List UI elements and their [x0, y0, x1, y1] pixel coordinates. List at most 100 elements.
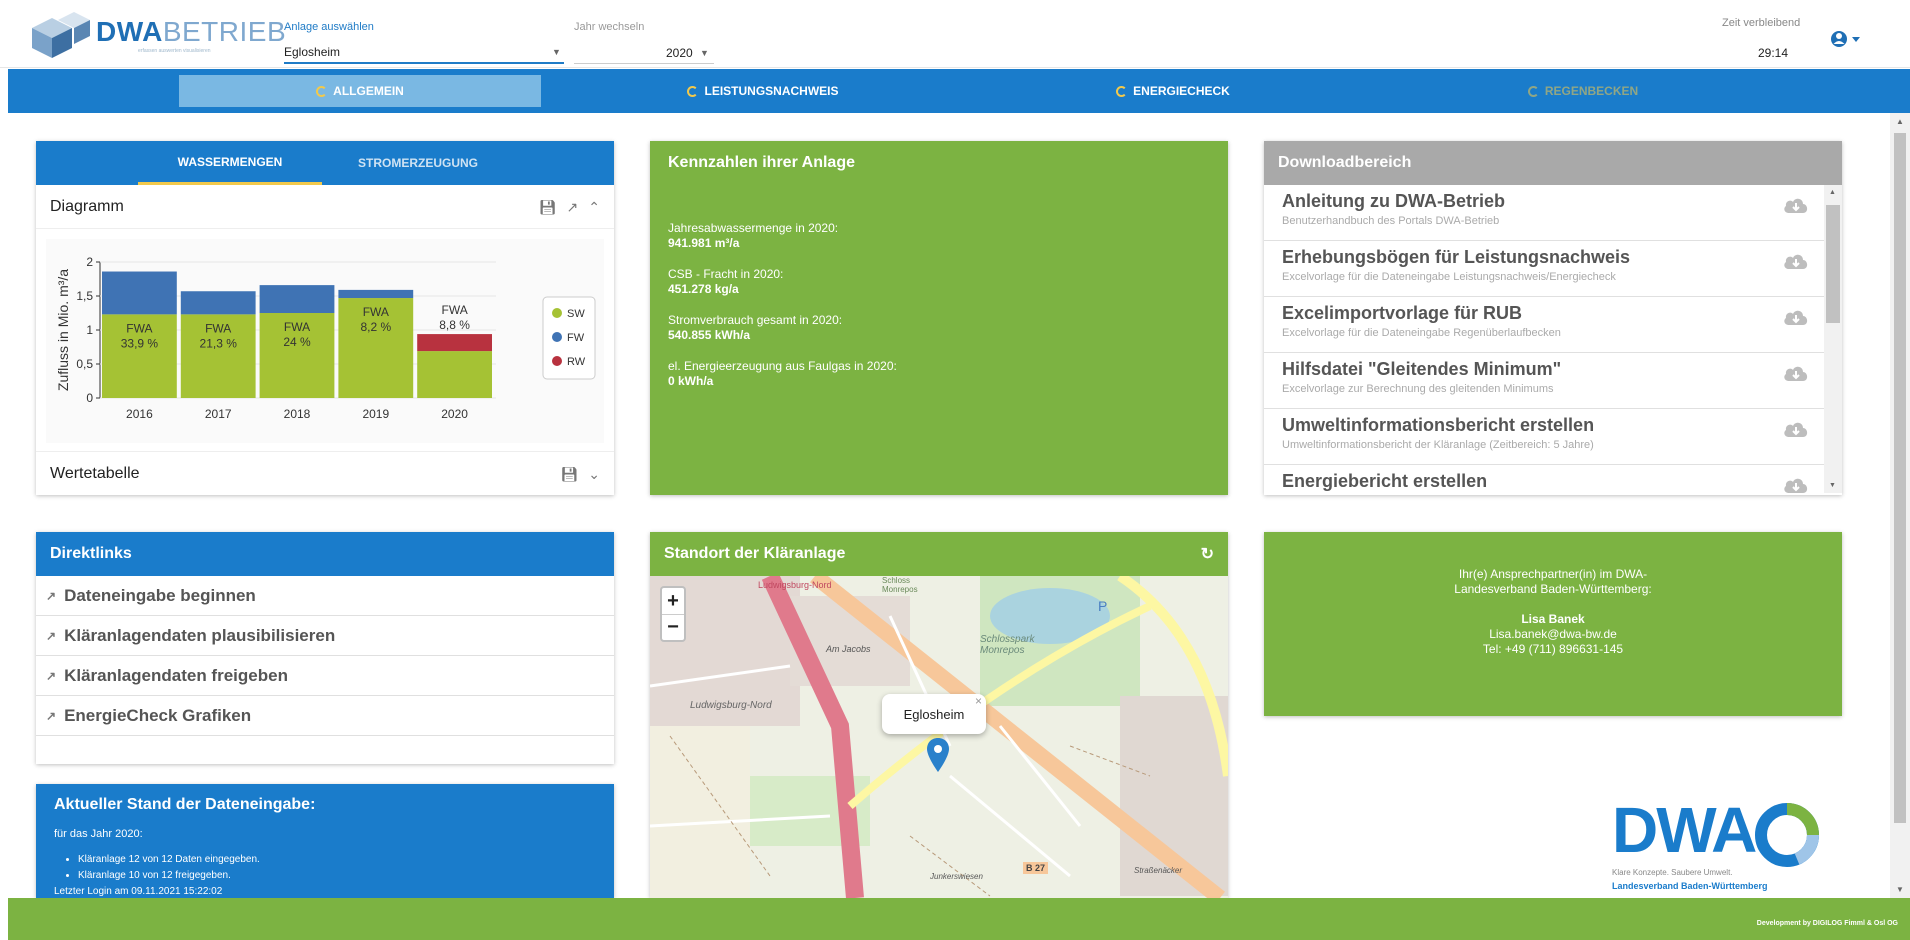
download-item[interactable]: Erhebungsbögen für Leistungsnachweis Exce…: [1264, 241, 1824, 297]
cloud-download-icon[interactable]: [1782, 419, 1810, 439]
standort-header: Standort der Kläranlage ↻: [650, 532, 1228, 576]
x-tick-label: 2018: [284, 407, 311, 421]
kontakt-name: Lisa Banek: [1521, 612, 1585, 626]
y-tick-label: 0,5: [76, 357, 93, 371]
direktlink-item[interactable]: ↗ Dateneingabe beginnen: [36, 576, 614, 616]
fwa-annotation: 24 %: [283, 335, 311, 349]
popup-close-icon[interactable]: ×: [975, 694, 982, 708]
anlage-label: Anlage auswählen: [284, 21, 374, 33]
kennzahl-label: CSB - Fracht in 2020:: [668, 267, 784, 281]
bar-segment-fw: [102, 271, 177, 315]
save-icon[interactable]: 💾︎: [539, 199, 557, 216]
legend-label: FW: [567, 332, 585, 344]
stand-title: Aktueller Stand der Dateneingabe:: [54, 796, 316, 813]
bar-segment-sw: [417, 351, 492, 398]
tab-wassermengen[interactable]: WASSERMENGEN: [138, 141, 322, 185]
chevron-down-icon[interactable]: ⌄: [588, 466, 600, 483]
user-menu-button[interactable]: [1830, 28, 1864, 50]
download-scrollbar[interactable]: ▲ ▼: [1824, 185, 1842, 493]
bar-segment-fw: [259, 285, 335, 313]
tab-wassermengen-label: WASSERMENGEN: [177, 154, 283, 169]
save-icon[interactable]: 💾︎: [560, 466, 578, 483]
collapse-icon[interactable]: ⌃: [588, 199, 600, 216]
map-tiles: [650, 576, 1228, 898]
download-scroll-thumb[interactable]: [1826, 205, 1840, 323]
energiecheck-icon: [1116, 85, 1128, 97]
kontakt-line2: Landesverband Baden-Württemberg:: [1454, 582, 1652, 596]
download-item[interactable]: Anleitung zu DWA-Betrieb Benutzerhandbuch…: [1264, 185, 1824, 241]
download-title: Anleitung zu DWA-Betrieb: [1282, 191, 1505, 211]
download-subtitle: Excelvorlage zur Berechnung des gleitend…: [1282, 383, 1554, 395]
parking-label: P: [1098, 598, 1108, 614]
logo-light-text: BETRIEB: [162, 16, 287, 47]
anlage-input[interactable]: [284, 42, 564, 64]
direktlink-item[interactable]: ↗ Kläranlagendaten freigeben: [36, 656, 614, 696]
kontakt-tel: Tel: +49 (711) 896631-145: [1482, 642, 1624, 656]
nav-leistungsnachweis-label: LEISTUNGSNACHWEIS: [704, 84, 839, 98]
tab-stromerzeugung[interactable]: STROMERZEUGUNG: [326, 141, 510, 185]
dwa-ring-icon: [1755, 803, 1819, 867]
dwa-betrieb-logo[interactable]: DWABETRIEB erfassen auswerten visualisie…: [22, 6, 286, 62]
anlage-dropdown-icon[interactable]: ▼: [552, 47, 561, 57]
map-label: Ludwigsburg-Nord: [690, 700, 772, 711]
y-tick-label: 2: [86, 255, 93, 269]
map-marker-icon[interactable]: [926, 738, 950, 774]
direktlink-label: Dateneingabe beginnen: [64, 585, 256, 605]
refresh-icon[interactable]: ↻: [1201, 544, 1214, 564]
cloud-download-icon[interactable]: [1782, 195, 1810, 215]
cloud-download-icon[interactable]: [1782, 251, 1810, 271]
cube-logo-icon: [32, 12, 90, 58]
map-label: Schloss Monrepos: [882, 576, 918, 594]
download-item[interactable]: Energiebericht erstellen: [1264, 465, 1824, 493]
nav-energiecheck-label: ENERGIECHECK: [1133, 84, 1230, 98]
kontakt-email[interactable]: Lisa.banek@dwa-bw.de: [1264, 627, 1842, 642]
kontakt-info: Ihr(e) Ansprechpartner(in) im DWA- Lande…: [1264, 567, 1842, 657]
cloud-download-icon[interactable]: [1782, 475, 1810, 493]
scroll-up-icon[interactable]: ▲: [1896, 117, 1904, 126]
kennzahl-label: Jahresabwassermenge in 2020:: [668, 221, 839, 235]
direktlink-item[interactable]: ↗ EnergieCheck Grafiken: [36, 696, 614, 736]
water-chart: 00,511,52Zufluss in Mio. m³/a FWA33,9 %20…: [55, 255, 596, 421]
diagramm-header[interactable]: Diagramm 💾︎ ↗ ⌃: [36, 185, 614, 229]
wertetabelle-header[interactable]: Wertetabelle 💾︎ ⌄: [36, 451, 614, 495]
nav-allgemein[interactable]: ALLGEMEIN: [179, 75, 541, 107]
download-item[interactable]: Hilfsdatei "Gleitendes Minimum" Excelvorl…: [1264, 353, 1824, 409]
stand-item: Kläranlage 12 von 12 Daten eingegeben.: [78, 852, 596, 868]
scroll-down-icon[interactable]: ▼: [1896, 885, 1904, 894]
nav-regenbecken-label: REGENBECKEN: [1544, 84, 1639, 98]
wassermengen-card: WASSERMENGEN STROMERZEUGUNG Diagramm 💾︎ …: [36, 141, 614, 495]
cloud-download-icon[interactable]: [1782, 307, 1810, 327]
scroll-down-icon[interactable]: ▼: [1829, 482, 1836, 489]
external-link-icon: ↗: [46, 708, 57, 723]
map-label: B 27: [1023, 862, 1049, 874]
wasser-tabs: WASSERMENGEN STROMERZEUGUNG: [36, 141, 614, 185]
direktlink-label: Kläranlagendaten plausibilisieren: [64, 625, 336, 645]
map[interactable]: Ludwigsburg-Nord Schloss Monrepos Schlos…: [650, 576, 1228, 898]
nav-energiecheck[interactable]: ENERGIECHECK: [998, 75, 1348, 107]
fwa-annotation: FWA: [441, 303, 467, 317]
map-label: Am Jacobs: [826, 644, 871, 654]
direktlink-label: EnergieCheck Grafiken: [64, 705, 252, 725]
scroll-up-icon[interactable]: ▲: [1829, 189, 1836, 196]
zoom-out-button[interactable]: −: [662, 614, 684, 640]
external-link-icon: ↗: [46, 628, 57, 643]
regenbecken-icon: [1527, 85, 1539, 97]
jahr-select[interactable]: 2020 ▼: [574, 42, 714, 64]
download-subtitle: Umweltinformationsbericht der Kläranlage…: [1282, 439, 1594, 451]
expand-icon[interactable]: ↗: [567, 199, 579, 216]
direktlink-item[interactable]: ↗ Kläranlagendaten plausibilisieren: [36, 616, 614, 656]
zoom-in-button[interactable]: +: [662, 588, 684, 614]
nav-leistungsnachweis[interactable]: LEISTUNGSNACHWEIS: [588, 75, 938, 107]
y-tick-label: 1,5: [76, 289, 93, 303]
tab-stromerzeugung-label: STROMERZEUGUNG: [358, 156, 478, 170]
stand-list: Kläranlage 12 von 12 Daten eingegeben. K…: [78, 852, 596, 884]
fwa-annotation: FWA: [284, 320, 310, 334]
page-scroll-thumb[interactable]: [1894, 133, 1906, 823]
downloadbereich-title: Downloadbereich: [1264, 141, 1842, 185]
download-item[interactable]: Umweltinformationsbericht erstellen Umwel…: [1264, 409, 1824, 465]
page-scrollbar[interactable]: ▲ ▼: [1890, 113, 1910, 898]
download-item[interactable]: Excelimportvorlage für RUB Excelvorlage f…: [1264, 297, 1824, 353]
cloud-download-icon[interactable]: [1782, 363, 1810, 383]
kennzahl-label: el. Energieerzeugung aus Faulgas in 2020…: [668, 359, 897, 373]
x-tick-label: 2017: [205, 407, 232, 421]
